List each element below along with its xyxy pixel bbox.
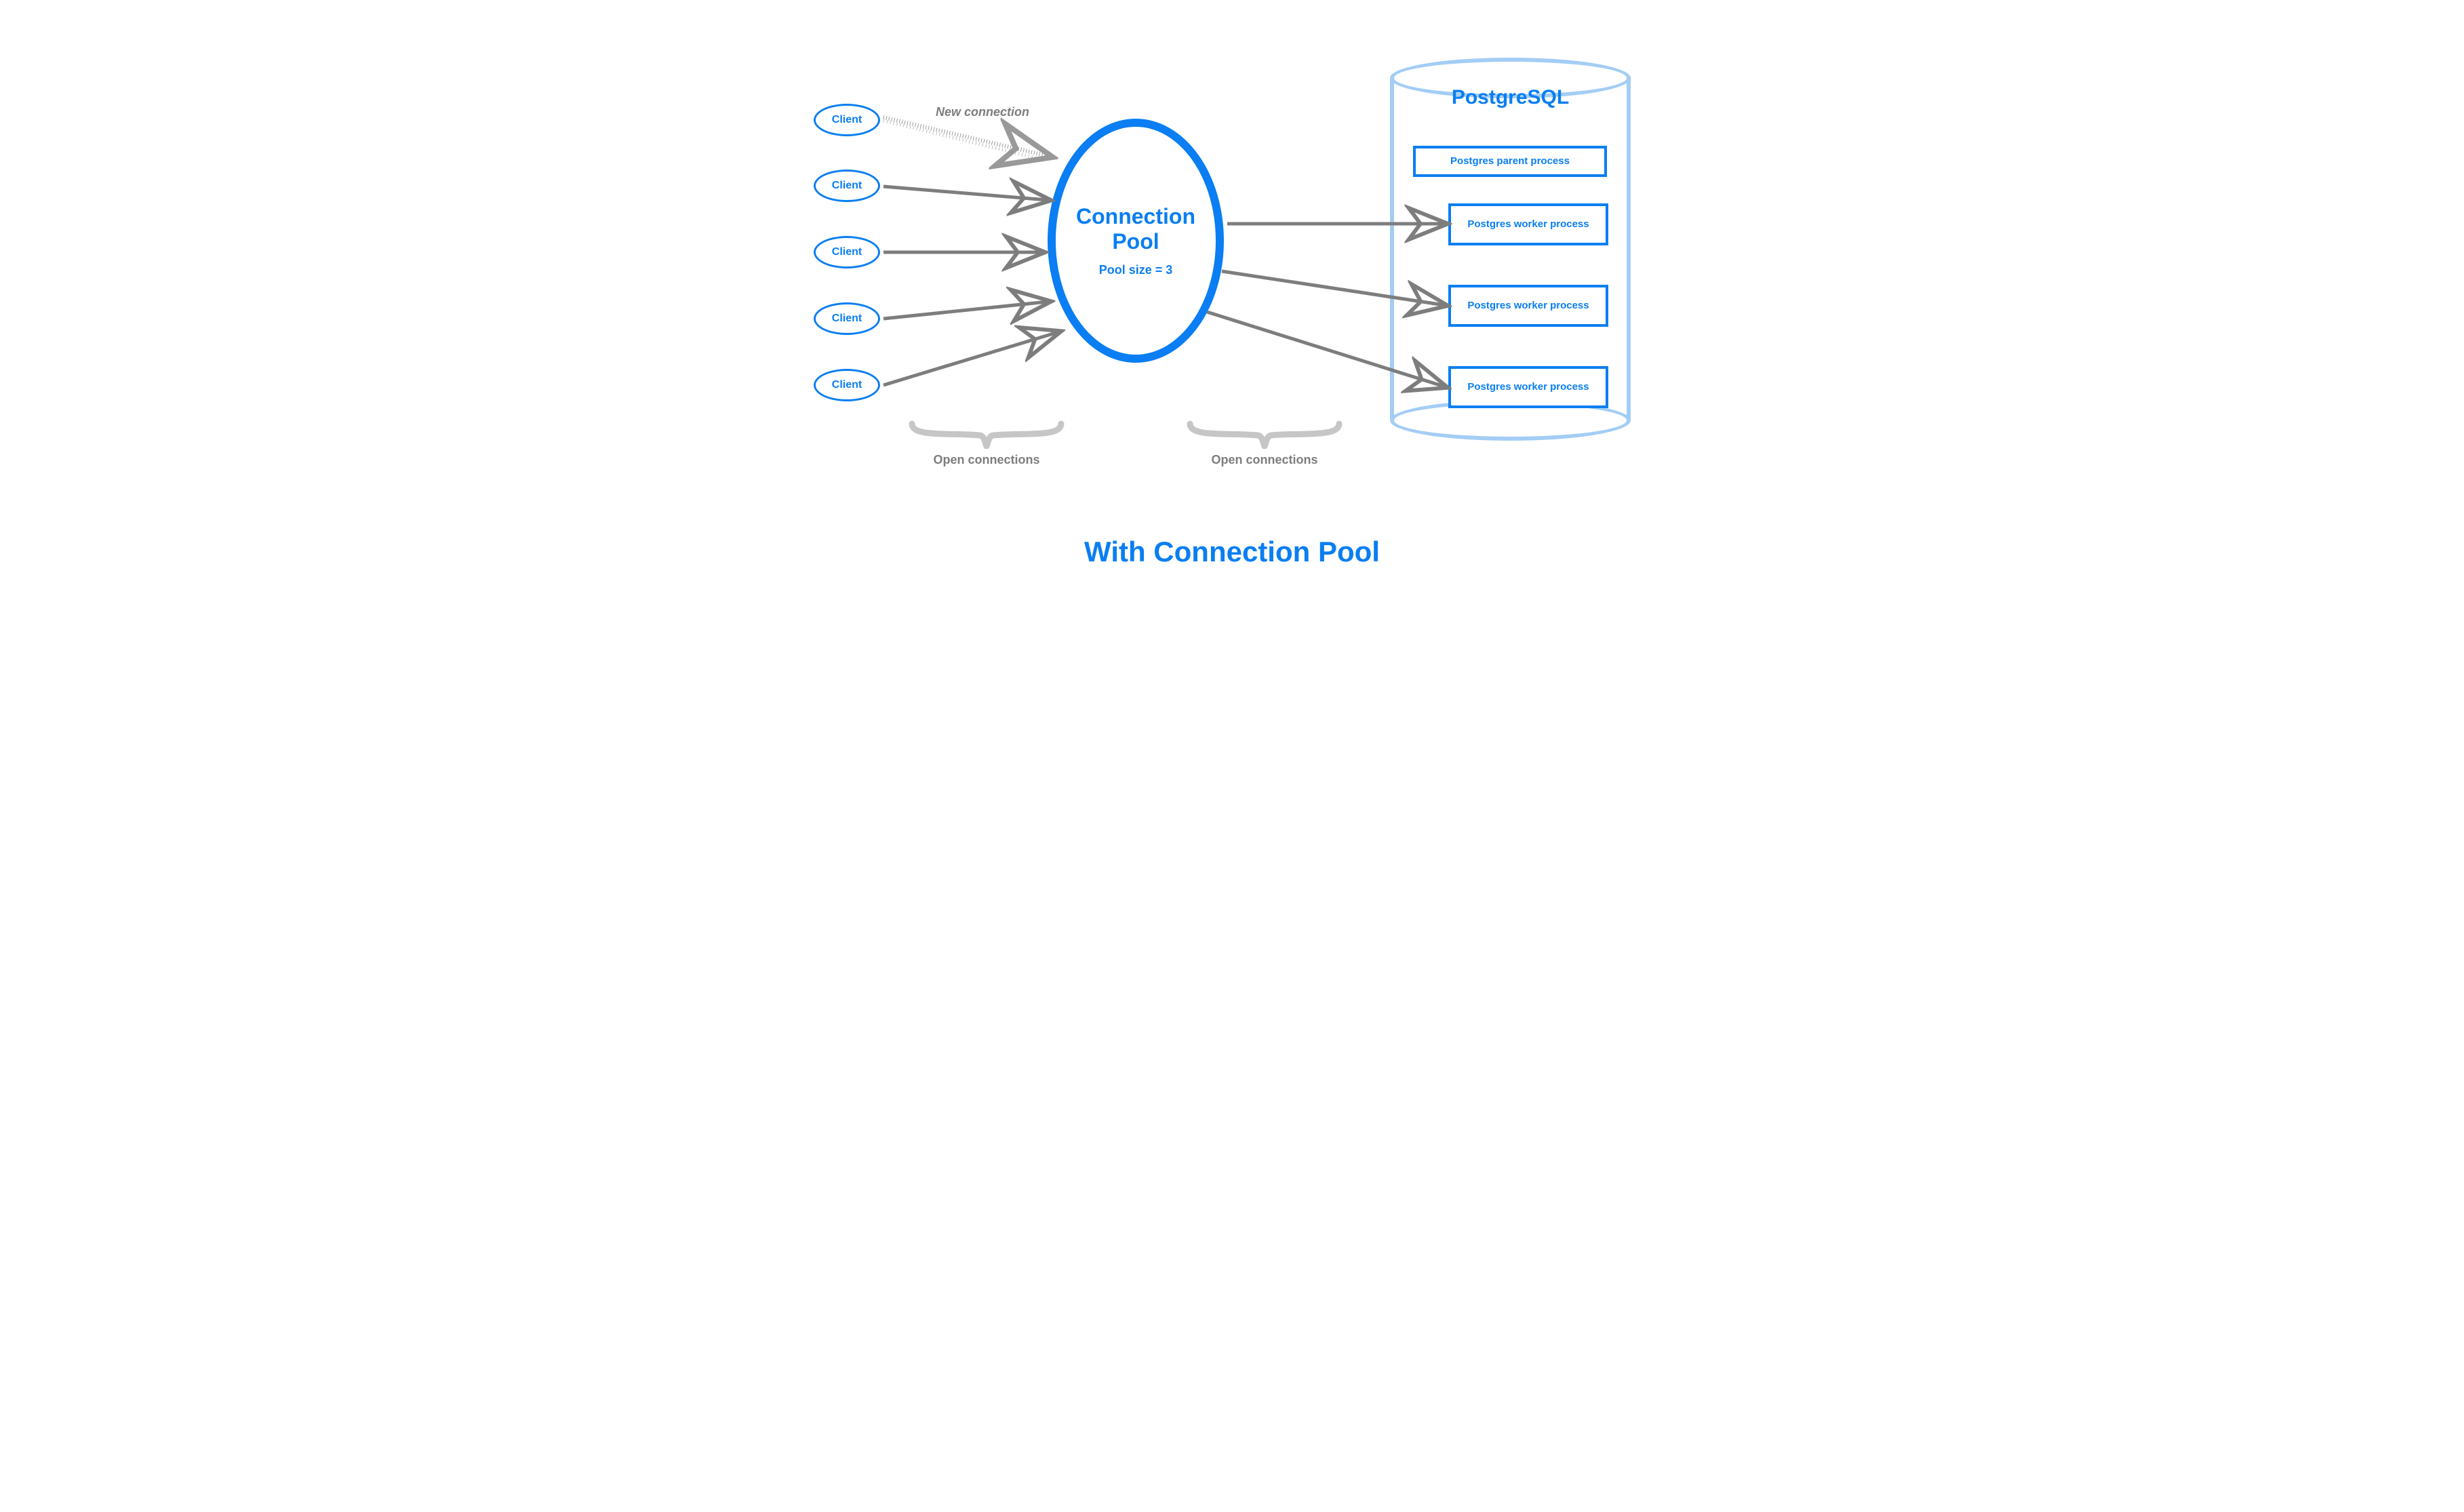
diagram-caption: With Connection Pool (739, 536, 1725, 568)
arrow-pool-worker3 (1207, 312, 1444, 386)
open-connections-right-label: Open connections (1190, 453, 1339, 467)
arrow-client5-pool (883, 332, 1058, 385)
arrow-new-connection (883, 117, 1048, 156)
arrow-pool-worker2 (1222, 271, 1444, 305)
arrows-layer (739, 0, 1725, 605)
arrow-client2-pool (883, 186, 1048, 200)
new-connection-label: New connection (936, 105, 1029, 119)
arrow-client4-pool (883, 302, 1048, 319)
brace-right (1187, 420, 1343, 449)
open-connections-left-label: Open connections (912, 453, 1061, 467)
brace-left (909, 420, 1065, 449)
diagram-canvas: Client Client Client Client Client Conne… (739, 0, 1725, 605)
